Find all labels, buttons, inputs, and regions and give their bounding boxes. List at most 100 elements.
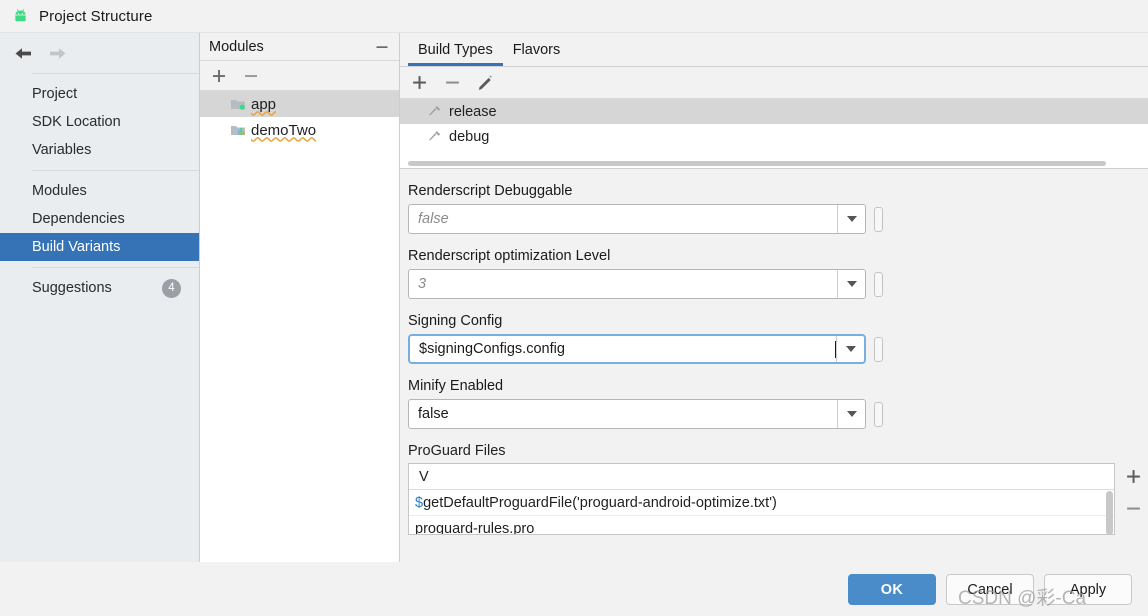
variable-picker-button[interactable] [874, 271, 883, 297]
tab-label: Build Types [418, 41, 493, 58]
field-label-signing-config: Signing Config [408, 313, 503, 329]
chevron-down-icon[interactable] [837, 205, 865, 233]
list-item[interactable]: demoTwo [200, 117, 399, 143]
field-row-signing-config: $signingConfigs.config [408, 334, 1148, 364]
minus-icon[interactable] [1122, 497, 1144, 519]
minify-enabled-combo[interactable]: false [408, 399, 866, 429]
plus-icon[interactable] [209, 66, 229, 86]
table-cell-value: getDefaultProguardFile('proguard-android… [423, 494, 777, 511]
signing-config-combo[interactable]: $signingConfigs.config [408, 334, 866, 364]
module-folder-chart-icon [231, 126, 245, 135]
list-item-label: demoTwo [251, 121, 317, 139]
plus-icon[interactable] [1122, 465, 1144, 487]
detail-pane: Build Types Flavors release debug Render… [400, 33, 1148, 562]
modules-panel-title: Modules [209, 38, 264, 55]
sidebar-item-sdk-location[interactable]: SDK Location [0, 108, 199, 136]
sidebar-item-label: SDK Location [32, 114, 121, 130]
field-row-renderscript-debuggable: false [408, 204, 1148, 234]
pencil-icon[interactable] [475, 73, 495, 93]
minus-icon[interactable] [375, 40, 389, 54]
list-item[interactable]: release [400, 99, 1148, 124]
tab-label: Flavors [512, 41, 561, 58]
modules-panel-header: Modules [200, 33, 399, 61]
field-label-proguard-files: ProGuard Files [408, 443, 506, 459]
sidebar-item-label: Suggestions [32, 280, 112, 296]
combo-value: false [418, 406, 449, 422]
ok-button[interactable]: OK [848, 574, 936, 605]
field-row-renderscript-optimization-level: 3 [408, 269, 1148, 299]
combo-value: 3 [418, 276, 427, 292]
list-item[interactable]: debug [400, 124, 1148, 149]
modules-panel: Modules app demoTwo [200, 33, 400, 562]
modules-list: app demoTwo [200, 91, 399, 562]
field-label-renderscript-optimization-level: Renderscript optimization Level [408, 248, 611, 264]
window-title: Project Structure [39, 7, 153, 25]
chevron-down-icon[interactable] [837, 400, 865, 428]
proguard-files-side-toolbar [1115, 463, 1144, 519]
plus-icon[interactable] [409, 73, 429, 93]
field-label-renderscript-debuggable: Renderscript Debuggable [408, 183, 573, 199]
sidebar-group-suggestions: Suggestions 4 [0, 268, 199, 308]
build-type-properties-form: Renderscript Debuggable false Renderscri… [400, 169, 1148, 562]
minus-icon[interactable] [241, 66, 261, 86]
sidebar-item-project[interactable]: Project [0, 80, 199, 108]
sidebar-group-general: Project SDK Location Variables [0, 74, 199, 170]
sidebar-item-label: Project [32, 86, 78, 102]
sidebar-item-modules[interactable]: Modules [0, 177, 199, 205]
sidebar-item-label: Modules [32, 183, 87, 199]
list-item-label: debug [449, 128, 490, 145]
arrow-right-icon[interactable] [42, 39, 72, 67]
window-title-bar: Project Structure [0, 0, 1148, 33]
arrow-left-icon[interactable] [8, 39, 38, 67]
table-column-header: V [409, 464, 1114, 490]
detail-tabbar: Build Types Flavors [400, 33, 1148, 67]
tab-build-types[interactable]: Build Types [408, 41, 503, 66]
status-badge: 4 [162, 278, 181, 298]
renderscript-optimization-level-combo[interactable]: 3 [408, 269, 866, 299]
build-types-toolbar [400, 67, 1148, 99]
build-types-list: release debug [400, 99, 1148, 169]
variable-picker-button[interactable] [874, 401, 883, 427]
hammer-icon [429, 106, 441, 116]
proguard-files-section: V $ getDefaultProguardFile('proguard-andr… [408, 463, 1148, 535]
dialog-footer: OK Cancel Apply [0, 562, 1148, 616]
variable-prefix: $ [415, 494, 424, 511]
list-item[interactable]: app [200, 91, 399, 117]
android-robot-icon [15, 8, 26, 21]
sidebar-item-label: Dependencies [32, 211, 125, 227]
field-label-minify-enabled: Minify Enabled [408, 378, 504, 394]
table-cell-value: proguard-rules.pro [415, 520, 535, 535]
sidebar-item-label: Build Variants [32, 239, 121, 255]
field-row-minify-enabled: false [408, 399, 1148, 429]
sidebar-item-suggestions[interactable]: Suggestions 4 [0, 274, 199, 302]
vertical-scrollbar[interactable] [1106, 491, 1113, 534]
combo-value: false [418, 211, 449, 227]
dialog-body: Project SDK Location Variables Modules D… [0, 33, 1148, 562]
chevron-down-icon[interactable] [836, 336, 864, 362]
sidebar-nav-row [0, 33, 199, 73]
combo-value[interactable]: $signingConfigs.config [410, 341, 835, 357]
apply-button[interactable]: Apply [1044, 574, 1132, 605]
variable-picker-button[interactable] [874, 206, 883, 232]
chevron-down-icon[interactable] [837, 270, 865, 298]
hammer-icon [429, 131, 441, 141]
sidebar-item-variables[interactable]: Variables [0, 136, 199, 164]
minus-icon[interactable] [442, 73, 462, 93]
horizontal-scrollbar[interactable] [408, 161, 1106, 166]
sidebar-item-dependencies[interactable]: Dependencies [0, 205, 199, 233]
modules-toolbar [200, 61, 399, 91]
sidebar-item-build-variants[interactable]: Build Variants [0, 233, 199, 261]
cancel-button[interactable]: Cancel [946, 574, 1034, 605]
tab-flavors[interactable]: Flavors [503, 41, 571, 67]
renderscript-debuggable-combo[interactable]: false [408, 204, 866, 234]
list-item-label: app [251, 95, 277, 113]
module-folder-green-dot-icon [231, 100, 245, 110]
left-sidebar: Project SDK Location Variables Modules D… [0, 33, 200, 562]
variable-picker-button[interactable] [874, 336, 883, 362]
table-row[interactable]: proguard-rules.pro [409, 516, 1114, 535]
proguard-files-table[interactable]: V $ getDefaultProguardFile('proguard-andr… [408, 463, 1115, 535]
sidebar-item-label: Variables [32, 142, 92, 158]
list-item-label: release [449, 103, 497, 120]
table-row[interactable]: $ getDefaultProguardFile('proguard-androi… [409, 490, 1114, 516]
sidebar-group-build: Modules Dependencies Build Variants [0, 171, 199, 267]
